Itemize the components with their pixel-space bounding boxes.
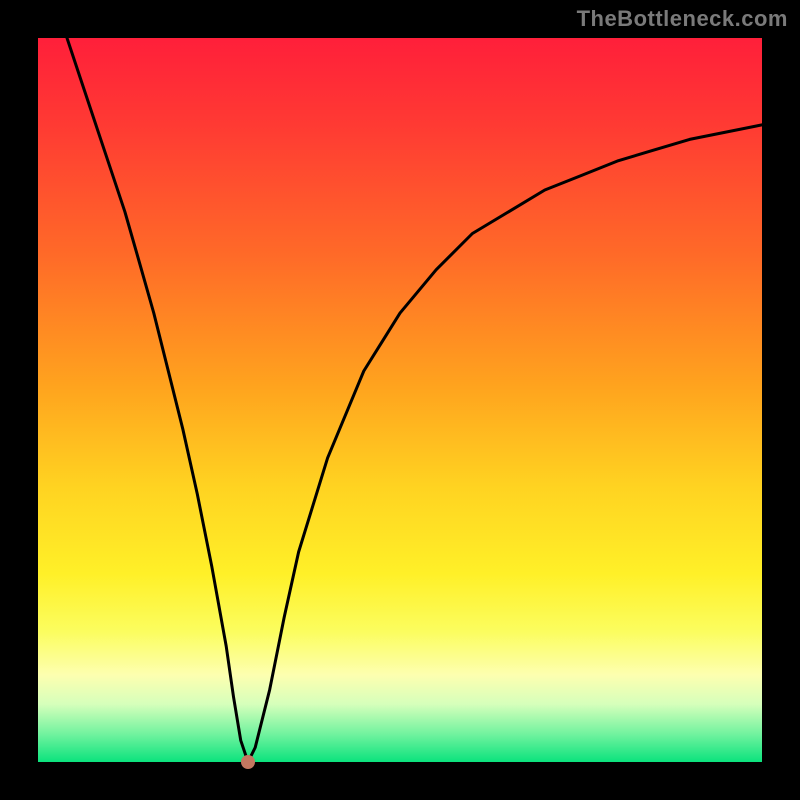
optimal-point-marker [241,755,255,769]
bottleneck-curve [38,38,762,762]
plot-area [38,38,762,762]
chart-frame: TheBottleneck.com [0,0,800,800]
watermark-text: TheBottleneck.com [577,6,788,32]
